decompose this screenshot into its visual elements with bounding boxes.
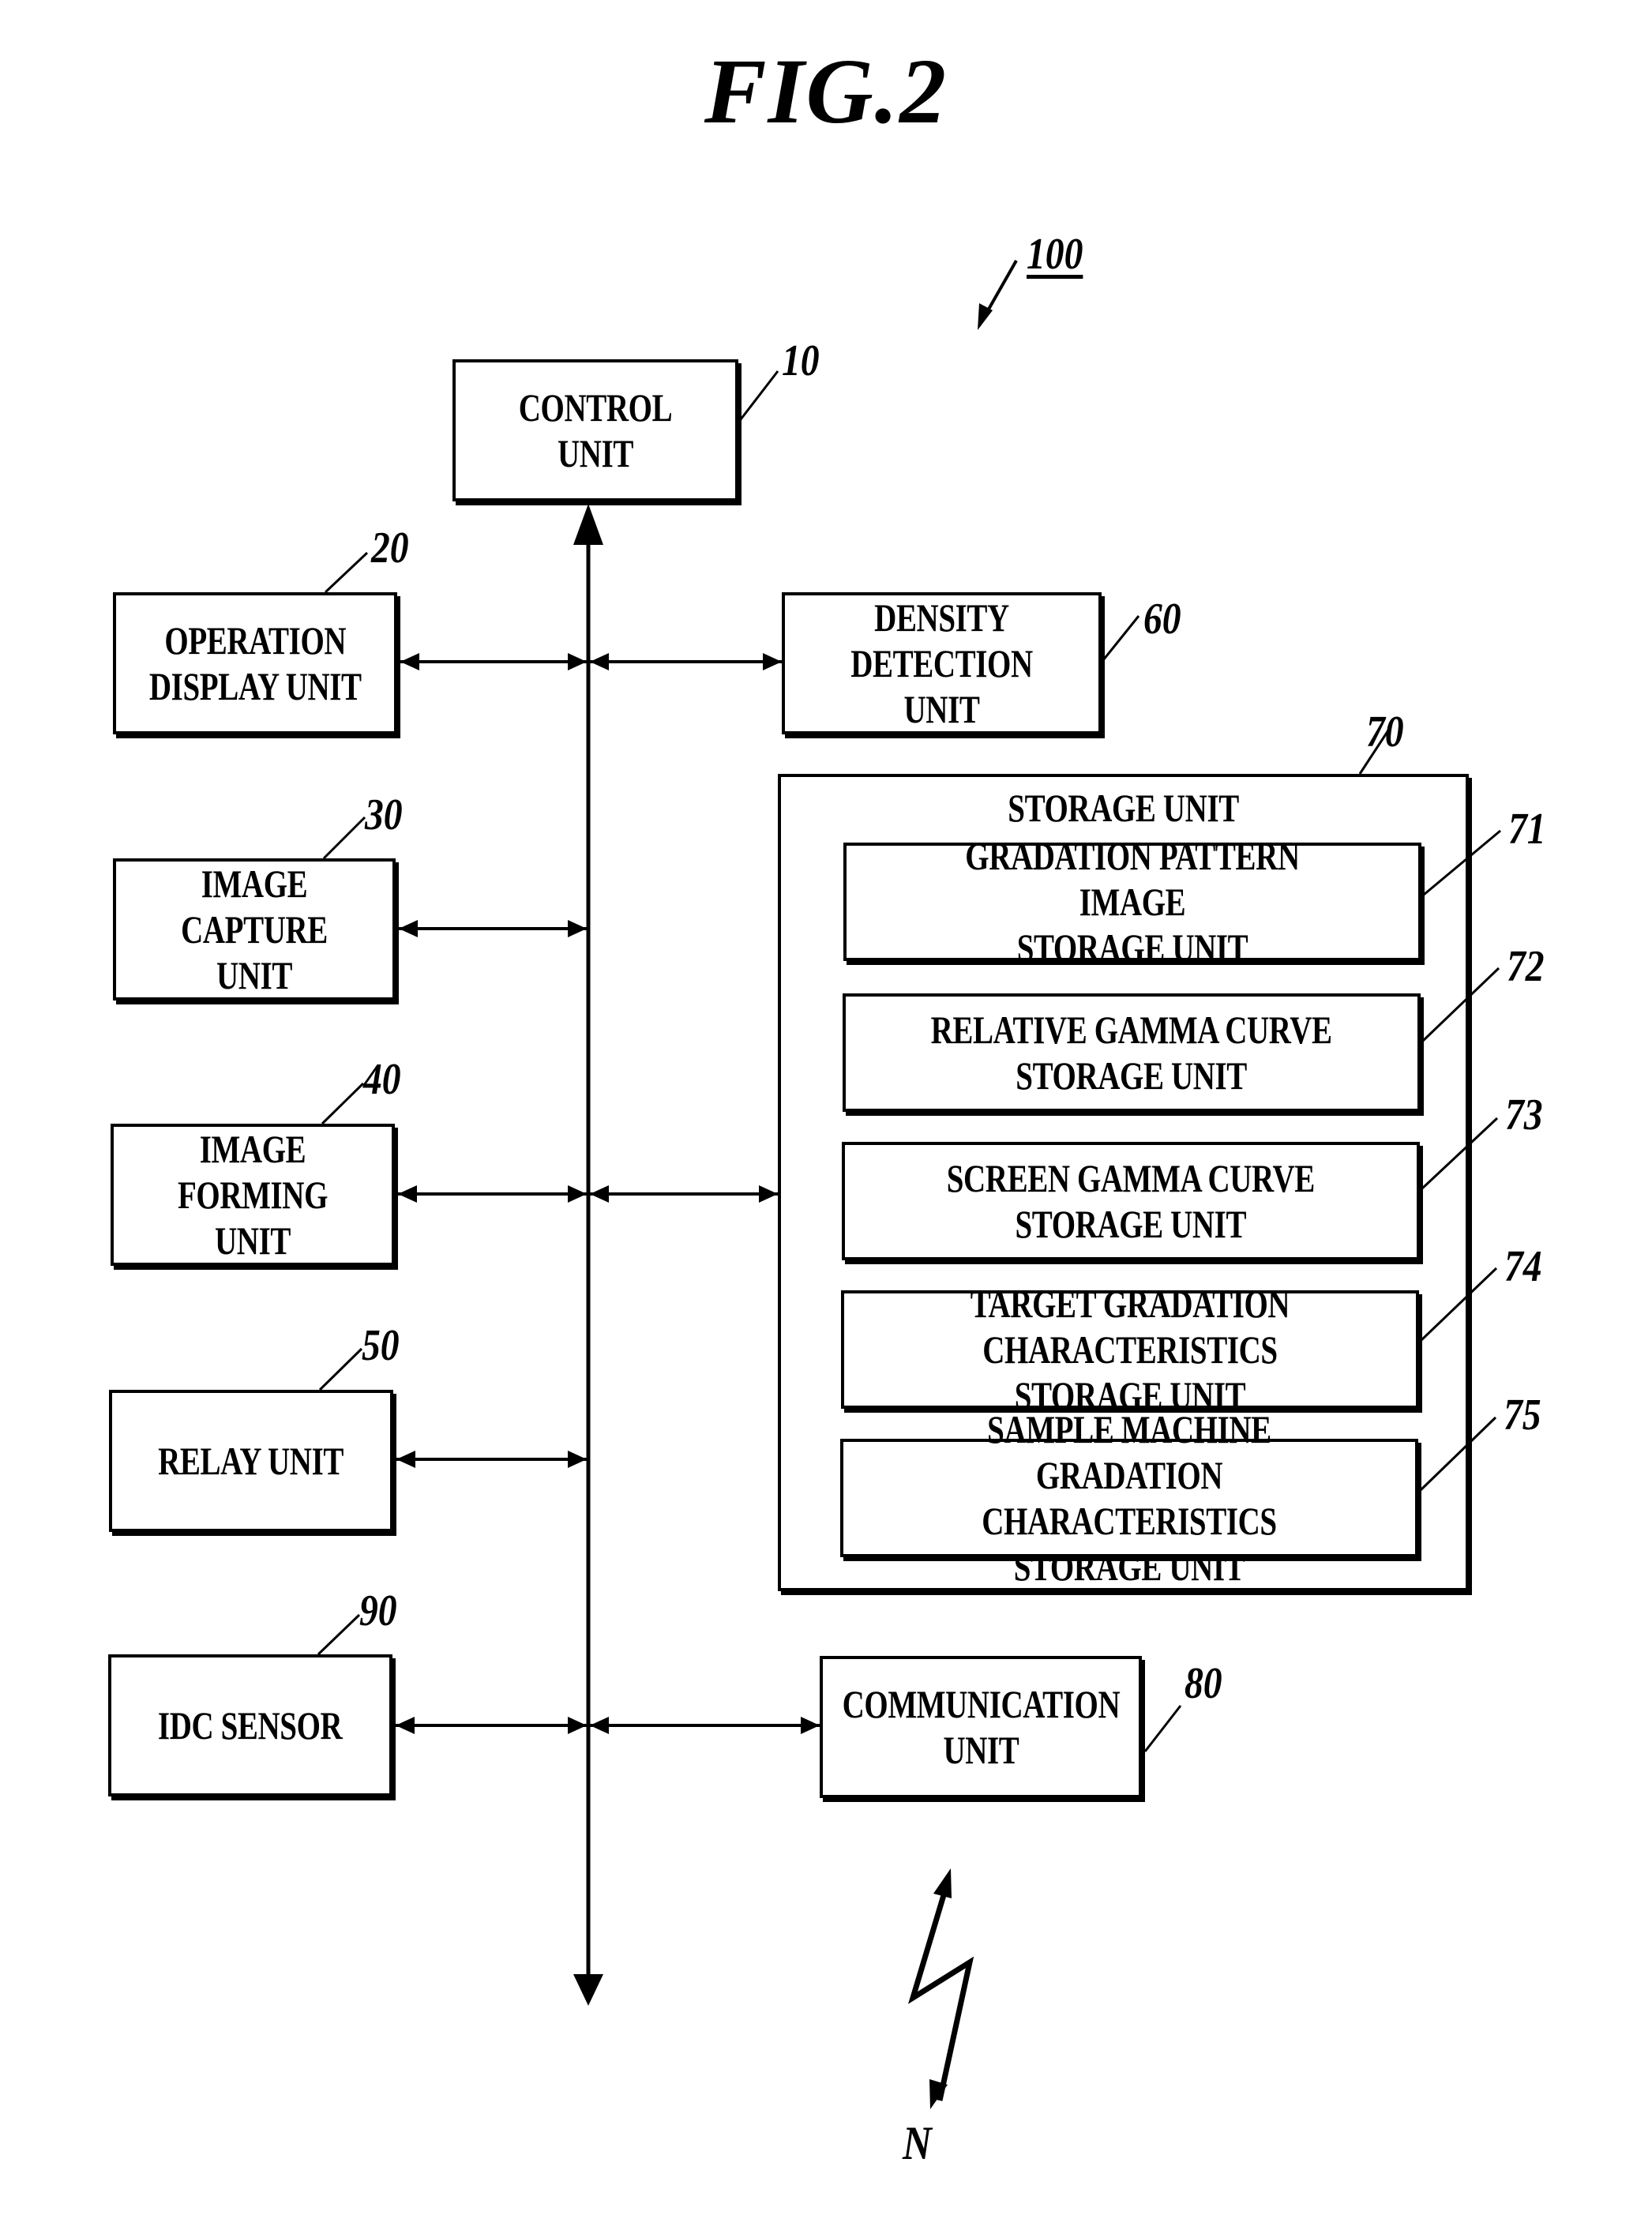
relay-link-arrow-left-icon [396, 1451, 415, 1468]
screen-gamma-curve-storage-unit-box: SCREEN GAMMA CURVE STORAGE UNIT [842, 1142, 1420, 1260]
sub-unit-label: SCREEN GAMMA CURVE STORAGE UNIT [946, 1156, 1316, 1246]
image-forming-unit-label: IMAGE FORMING UNIT [177, 1127, 329, 1263]
storage-unit-label: STORAGE UNIT [1008, 786, 1239, 830]
image-forming-link-arrow-right-icon [568, 1185, 587, 1203]
communication-unit-ref: 80 [1185, 1659, 1222, 1708]
relay-link-arrow-right-icon [568, 1451, 587, 1468]
system-ref-leader [986, 260, 1018, 313]
bus-arrow-up-icon [573, 504, 603, 545]
operation-display-unit-label: OPERATION DISPLAY UNIT [148, 618, 362, 708]
operation-display-unit-leader [324, 551, 369, 594]
control-unit-ref: 10 [782, 336, 820, 385]
figure-title: FIG.2 [704, 39, 948, 143]
relay-unit-label: RELAY UNIT [158, 1439, 344, 1483]
image-capture-unit-ref: 30 [365, 790, 403, 839]
density-detection-unit-ref: 60 [1143, 595, 1181, 644]
operation-display-unit-ref: 20 [371, 524, 409, 573]
storage-link-arrow-right-icon [759, 1185, 778, 1203]
image-forming-unit-box: IMAGE FORMING UNIT [111, 1124, 395, 1266]
sample-machine-gradation-characteristics-storage-unit-box: SAMPLE MACHINE GRADATION CHARACTERISTICS… [840, 1407, 1418, 1589]
density-detection-link-arrow-left-icon [590, 653, 609, 670]
relay-unit-box: RELAY UNIT [109, 1390, 393, 1532]
density-detection-link-arrow-right-icon [763, 653, 782, 670]
sub-unit-label: GRADATION PATTERN IMAGE STORAGE UNIT [965, 834, 1300, 970]
density-detection-unit-box: DENSITY DETECTION UNIT [782, 592, 1102, 734]
density-detection-unit-label: DENSITY DETECTION UNIT [850, 595, 1033, 731]
operation-display-link-arrow-left-icon [400, 653, 419, 670]
sub-unit-label: SAMPLE MACHINE GRADATION CHARACTERISTICS… [982, 1407, 1277, 1589]
network-label: N [903, 2117, 932, 2169]
density-detection-unit-leader [1102, 615, 1140, 661]
image-capture-unit-leader [322, 816, 366, 860]
idc-sensor-leader [317, 1613, 361, 1656]
idc-sensor-ref: 90 [359, 1586, 397, 1635]
image-capture-unit-label: IMAGE CAPTURE UNIT [181, 862, 328, 997]
sub-unit-ref: 75 [1504, 1391, 1541, 1440]
relay-unit-ref: 50 [362, 1321, 400, 1370]
relative-gamma-curve-storage-unit-box: RELATIVE GAMMA CURVE STORAGE UNIT [843, 993, 1421, 1112]
image-forming-unit-leader [321, 1082, 365, 1125]
sub-unit-ref: 73 [1505, 1091, 1543, 1139]
image-capture-link-arrow-right-icon [568, 920, 587, 937]
idc-sensor-box: IDC SENSOR [108, 1654, 392, 1796]
bus-arrow-down-icon [573, 1974, 603, 2006]
image-capture-unit-box: IMAGE CAPTURE UNIT [113, 858, 396, 1000]
target-gradation-characteristics-storage-unit-box: TARGET GRADATION CHARACTERISTICS STORAGE… [841, 1282, 1419, 1417]
communication-unit-leader [1143, 1705, 1182, 1752]
idc-sensor-link-arrow-right-icon [568, 1717, 587, 1734]
communication-unit-label: COMMUNICATION UNIT [842, 1682, 1120, 1772]
image-capture-link-arrow-left-icon [399, 920, 418, 937]
sub-unit-label: RELATIVE GAMMA CURVE STORAGE UNIT [931, 1008, 1332, 1098]
sub-unit-ref: 74 [1504, 1242, 1542, 1291]
sub-unit-label: TARGET GRADATION CHARACTERISTICS STORAGE… [970, 1282, 1290, 1417]
communication-unit-box: COMMUNICATION UNIT [820, 1656, 1142, 1798]
gradation-pattern-image-storage-unit-box: GRADATION PATTERN IMAGE STORAGE UNIT [843, 834, 1421, 970]
communication-link-arrow-left-icon [590, 1717, 609, 1734]
control-unit-label: CONTROL UNIT [518, 385, 673, 475]
control-unit-box: CONTROL UNIT [452, 359, 738, 501]
communication-link-arrow-right-icon [801, 1717, 820, 1734]
operation-display-unit-box: OPERATION DISPLAY UNIT [113, 592, 397, 734]
wireless-link-icon [907, 1868, 974, 2109]
image-forming-link-arrow-left-icon [398, 1185, 417, 1203]
relay-unit-leader [318, 1347, 363, 1391]
idc-sensor-label: IDC SENSOR [158, 1703, 343, 1748]
control-unit-leader [737, 370, 779, 423]
sub-unit-ref: 71 [1508, 805, 1546, 854]
storage-link-arrow-left-icon [590, 1185, 609, 1203]
image-forming-unit-ref: 40 [363, 1055, 401, 1104]
storage-unit-ref: 70 [1366, 708, 1404, 756]
system-ref-number: 100 [1027, 230, 1083, 279]
sub-unit-ref: 72 [1507, 942, 1545, 991]
operation-display-link-arrow-right-icon [568, 653, 587, 670]
idc-sensor-link-arrow-left-icon [396, 1717, 415, 1734]
